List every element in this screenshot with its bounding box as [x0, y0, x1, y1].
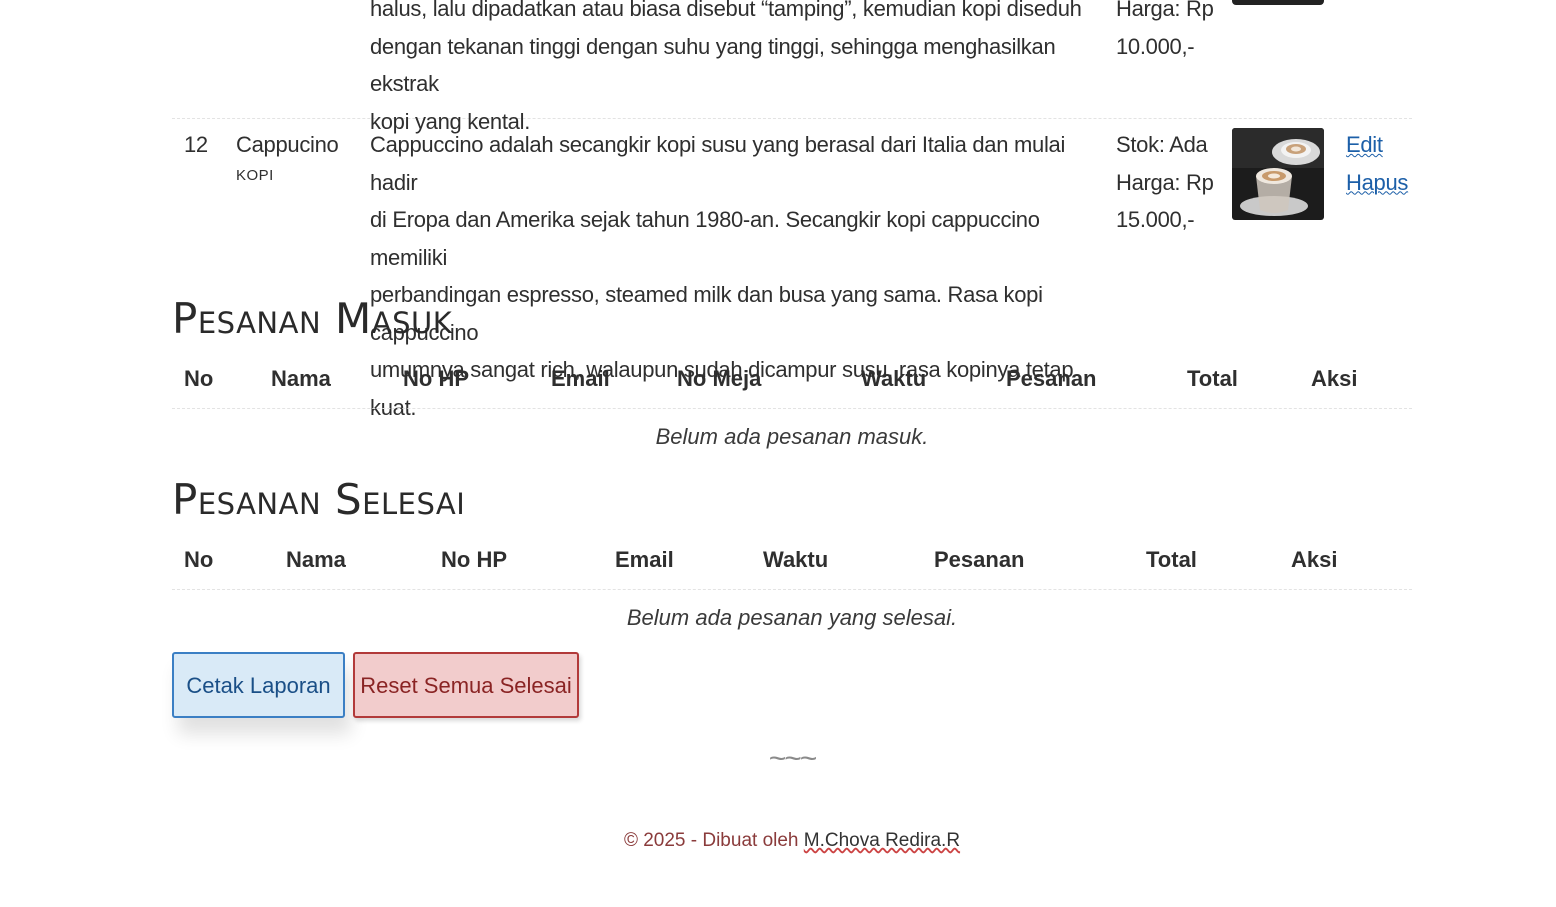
- copyright-text: © 2025 - Dibuat oleh: [623, 830, 804, 851]
- header-phone: No HP: [441, 547, 507, 572]
- price-label: Harga: Rp: [1116, 169, 1214, 195]
- print-report-button[interactable]: Cetak Laporan: [172, 652, 345, 718]
- completed-table-header: No Nama No HP Email Waktu Pesanan Total …: [172, 531, 1412, 590]
- header-no: No: [184, 547, 214, 572]
- header-action: Aksi: [1291, 547, 1338, 572]
- row-actions: Edit Hapus: [1346, 126, 1408, 201]
- footer: © 2025 - Dibuat oleh M.Chova Redira.R: [172, 830, 1412, 852]
- completed-orders-title: Pesanan Selesai: [172, 475, 466, 524]
- header-name: Nama: [286, 547, 346, 572]
- menu-info: Harga: Rp 10.000,-: [1116, 0, 1216, 65]
- footer-divider: ~~~: [768, 742, 818, 775]
- description-line: dengan tekanan tinggi dengan suhu yang t…: [370, 33, 1056, 97]
- page-content: halus, lalu dipadatkan atau biasa disebu…: [172, 0, 1412, 907]
- completed-empty-message: Belum ada pesanan yang selesai.: [626, 605, 958, 630]
- stock-label: Stok: Ada: [1116, 132, 1208, 157]
- header-total: Total: [1187, 366, 1238, 391]
- header-order: Pesanan: [1006, 366, 1097, 391]
- reset-completed-button[interactable]: Reset Semua Selesai: [353, 652, 579, 718]
- menu-info: Stok: Ada Harga: Rp 15.000,-: [1116, 126, 1216, 239]
- header-order: Pesanan: [934, 547, 1025, 572]
- incoming-empty-message: Belum ada pesanan masuk.: [655, 424, 929, 449]
- description-line: perbandingan espresso, steamed milk dan …: [370, 282, 1043, 345]
- header-time: Waktu: [763, 547, 829, 572]
- header-table: No Meja: [677, 366, 762, 391]
- description-line: Cappuccino adalah secangkir kopi susu ya…: [370, 132, 1066, 195]
- header-no: No: [184, 366, 214, 391]
- header-total: Total: [1146, 547, 1197, 572]
- menu-image: [1232, 128, 1324, 220]
- incoming-orders-title: Pesanan Masuk: [172, 294, 453, 343]
- menu-row: halus, lalu dipadatkan atau biasa disebu…: [172, 0, 1412, 134]
- header-email: Email: [551, 366, 610, 391]
- header-name: Nama: [271, 366, 331, 391]
- cappuccino-photo: [1232, 128, 1324, 220]
- header-phone: No HP: [403, 366, 469, 391]
- price-value: 15.000,-: [1116, 207, 1195, 232]
- menu-row: 12 Cappucino KOPI Cappuccino adalah seca…: [172, 118, 1412, 420]
- menu-name-cell: Cappucino KOPI: [236, 126, 339, 186]
- menu-name: Cappucino: [236, 132, 339, 157]
- description-line: halus, lalu dipadatkan atau biasa disebu…: [370, 0, 1082, 21]
- header-email: Email: [615, 547, 674, 572]
- description-line: di Eropa dan Amerika sejak tahun 1980-an…: [370, 207, 1040, 270]
- edit-link[interactable]: Edit: [1346, 126, 1408, 164]
- menu-image: [1232, 0, 1324, 5]
- delete-link[interactable]: Hapus: [1346, 164, 1408, 202]
- author-link[interactable]: M.Chova Redira.R: [804, 830, 960, 851]
- header-time: Waktu: [861, 366, 927, 391]
- price-label: Harga: Rp: [1116, 0, 1214, 21]
- menu-category: KOPI: [236, 166, 274, 184]
- price-value: 10.000,-: [1116, 33, 1195, 59]
- incoming-table-header: No Nama No HP Email No Meja Waktu Pesana…: [172, 350, 1412, 409]
- header-action: Aksi: [1311, 366, 1358, 391]
- row-number: 12: [184, 132, 208, 157]
